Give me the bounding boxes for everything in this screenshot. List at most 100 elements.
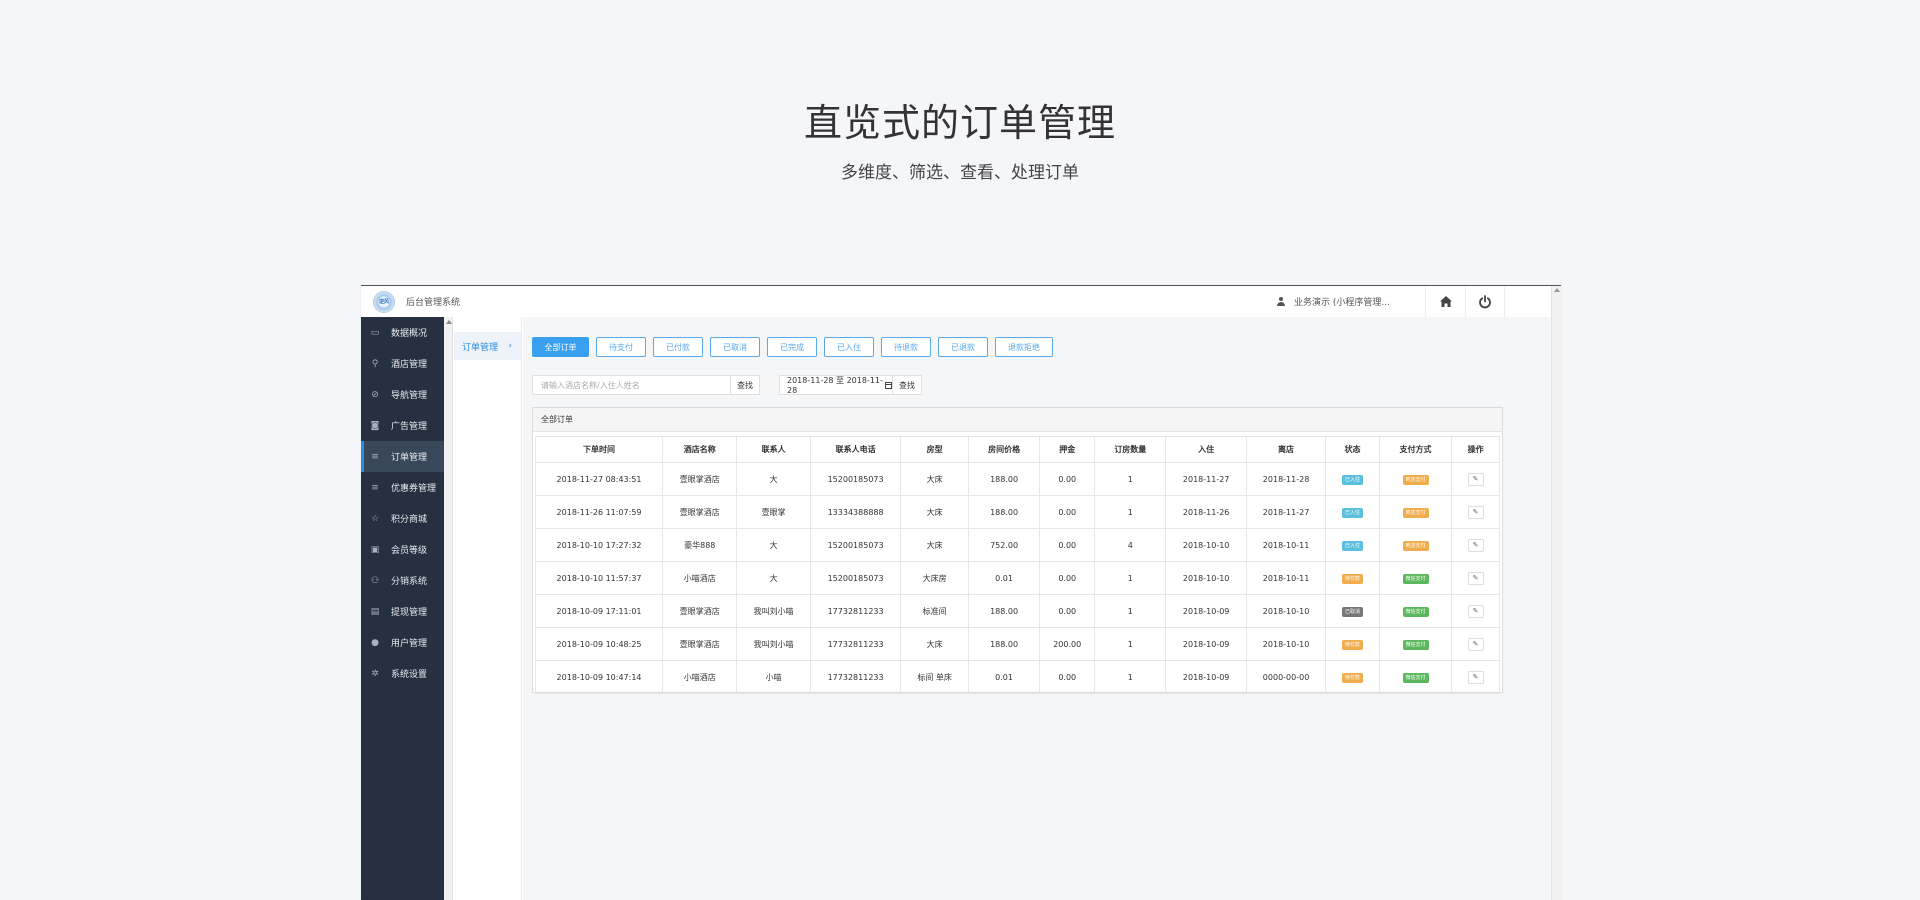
payment-badge: 到店支付 — [1402, 474, 1429, 485]
table-cell: 1 — [1094, 561, 1167, 595]
table-cell: 大床 — [900, 462, 969, 496]
table-cell: 已入住 — [1325, 462, 1380, 496]
main-scrollbar[interactable] — [1551, 286, 1561, 900]
sidebar-item-label: 酒店管理 — [391, 360, 428, 370]
table-cell: 到店支付 — [1378, 462, 1453, 496]
table-cell: 2018-10-10 17:27:32 — [534, 528, 664, 562]
table-cell: 188.00 — [967, 594, 1041, 628]
column-header[interactable]: 下单时间 — [534, 436, 664, 463]
table-cell: 壹眼掌酒店 — [662, 462, 738, 496]
date-range-input[interactable]: 2018-11-28 至 2018-11-28 — [779, 375, 893, 395]
table-cell: 标间 单床 — [900, 660, 969, 694]
status-badge: 待付款 — [1342, 672, 1364, 683]
table-row[interactable]: 2018-10-09 10:47:14 小喵酒店 小喵 17732811233 标间 单… — [534, 660, 1500, 694]
table-cell: 大 — [736, 528, 811, 562]
filter-tab-7[interactable]: 已退款 — [938, 337, 988, 357]
table-row[interactable]: 2018-11-27 08:43:51 壹眼掌酒店大 15200185073 大床 18… — [534, 462, 1500, 496]
payment-badge: 微信支付 — [1402, 606, 1429, 617]
chevron-right-icon: › — [508, 341, 512, 351]
user-menu[interactable]: 业务演示 (小程序管理... — [1276, 286, 1390, 317]
table-cell: 微信支付 — [1378, 627, 1453, 661]
hero-title: 直览式的订单管理 — [803, 101, 1116, 145]
table-cell: 0.00 — [1039, 660, 1096, 694]
table-cell: 2018-10-10 — [1165, 528, 1247, 562]
filter-tab-1[interactable]: 待支付 — [596, 337, 646, 357]
table-row[interactable]: 2018-10-09 17:11:01 壹眼掌酒店 我叫刘小喵 17732811233… — [534, 594, 1500, 628]
edit-pencil-icon[interactable]: ✎ — [1467, 571, 1484, 585]
table-row[interactable]: 2018-10-10 11:57:37 小喵酒店大 15200185073 大床房 0.… — [534, 561, 1500, 595]
sidebar-item-3[interactable]: ◙ 广告管理 — [361, 410, 444, 441]
sidebar-item-5[interactable]: ≡ 优惠券管理 — [361, 472, 444, 503]
table-cell: 我叫刘小喵 — [736, 627, 811, 661]
sidebar-item-7[interactable]: ▣ 会员等级 — [361, 534, 444, 565]
table-header-row: 下单时间 酒店名称 联系人 联系人电话 房型 房间价格 押金 订房数量 入住 离店 状态 支付方式 操作 — [534, 436, 1500, 463]
sidebar-item-10[interactable]: ● 用户管理 — [361, 627, 444, 658]
edit-pencil-icon[interactable]: ✎ — [1467, 637, 1484, 651]
table-cell: 待付款 — [1325, 627, 1380, 661]
table-cell: 188.00 — [967, 462, 1041, 496]
table-row[interactable]: 2018-10-09 10:48:25 壹眼掌酒店 我叫刘小喵 17732811233… — [534, 627, 1500, 661]
column-header[interactable]: 操作 — [1451, 436, 1500, 463]
search-input[interactable] — [532, 375, 731, 395]
table-cell: 到店支付 — [1378, 495, 1453, 529]
column-header[interactable]: 离店 — [1245, 436, 1327, 463]
table-cell: 1 — [1094, 495, 1167, 529]
column-header[interactable]: 支付方式 — [1378, 436, 1453, 463]
filter-tab-4[interactable]: 已完成 — [767, 337, 817, 357]
edit-pencil-icon[interactable]: ✎ — [1467, 472, 1484, 486]
sidebar-item-9[interactable]: ▤ 提现管理 — [361, 596, 444, 627]
table-cell: 2018-10-09 17:11:01 — [534, 594, 664, 628]
edit-pencil-icon[interactable]: ✎ — [1467, 670, 1484, 684]
table-cell: 2018-10-10 — [1245, 594, 1327, 628]
sidebar-item-label: 积分商城 — [391, 515, 428, 525]
table-cell: 0.01 — [967, 561, 1041, 595]
column-header[interactable]: 联系人 — [736, 436, 811, 463]
table-cell: 已入住 — [1325, 528, 1380, 562]
logout-button[interactable] — [1465, 286, 1505, 317]
table-cell: 2018-10-09 — [1165, 660, 1247, 694]
sidebar-item-2[interactable]: ⊘ 导航管理 — [361, 379, 444, 410]
date-range-bar: 2018-11-28 至 2018-11-28 查找 — [779, 375, 922, 395]
column-header[interactable]: 酒店名称 — [662, 436, 738, 463]
table-cell: 1 — [1094, 594, 1167, 628]
column-header[interactable]: 房间价格 — [967, 436, 1041, 463]
filter-tab-5[interactable]: 已入住 — [824, 337, 874, 357]
calendar-icon — [885, 381, 892, 389]
column-header[interactable]: 押金 — [1039, 436, 1096, 463]
table-cell: 2018-11-26 — [1165, 495, 1247, 529]
table-row[interactable]: 2018-10-10 17:27:32 豪华888 大 15200185073 大床 75… — [534, 528, 1500, 562]
sidebar-item-1[interactable]: ⚲ 酒店管理 — [361, 348, 444, 379]
column-header[interactable]: 入住 — [1165, 436, 1247, 463]
scroll-up-icon[interactable] — [1554, 288, 1560, 292]
filter-tab-8[interactable]: 退款拒绝 — [995, 337, 1053, 357]
sidebar-item-8[interactable]: ⚇ 分销系统 — [361, 565, 444, 596]
date-search-button[interactable]: 查找 — [893, 375, 922, 395]
filter-tab-3[interactable]: 已取消 — [710, 337, 760, 357]
sidebar-item-0[interactable]: ▭ 数据概况 — [361, 317, 444, 348]
table-row[interactable]: 2018-11-26 11:07:59 壹眼掌酒店 壹眼掌 13334388888 大床… — [534, 495, 1500, 529]
sidebar-item-11[interactable]: ✲ 系统设置 — [361, 658, 444, 689]
home-button[interactable] — [1425, 286, 1465, 317]
table-cell: 大 — [736, 462, 811, 496]
orders-panel: 全部订单 下单时间 酒店名称 联系人 联系人电话 房型 房间价格 押金 订房数量 入住 离店 状态支… — [532, 407, 1503, 694]
column-header[interactable]: 联系人电话 — [809, 436, 902, 463]
table-cell: 小喵酒店 — [662, 561, 738, 595]
edit-pencil-icon[interactable]: ✎ — [1467, 505, 1484, 519]
column-header[interactable]: 订房数量 — [1094, 436, 1167, 463]
edit-pencil-icon[interactable]: ✎ — [1467, 538, 1484, 552]
subnav-item-orders[interactable]: 订单管理 › — [454, 332, 521, 360]
column-header[interactable]: 房型 — [900, 436, 969, 463]
sidebar-item-4[interactable]: ≡ 订单管理 — [361, 441, 444, 472]
scroll-up-icon[interactable] — [446, 320, 452, 324]
table-cell: 标准间 — [900, 594, 969, 628]
search-button[interactable]: 查找 — [731, 375, 760, 395]
dashboard-icon: ▭ — [370, 327, 380, 338]
edit-pencil-icon[interactable]: ✎ — [1467, 604, 1484, 618]
sidebar-item-6[interactable]: ☆ 积分商城 — [361, 503, 444, 534]
column-header[interactable]: 状态 — [1325, 436, 1380, 463]
filter-tab-6[interactable]: 待退款 — [881, 337, 931, 357]
sidebar-scrollbar[interactable] — [444, 317, 453, 900]
filter-tab-0[interactable]: 全部订单 — [532, 337, 589, 357]
filter-tab-2[interactable]: 已付款 — [653, 337, 703, 357]
hero-subtitle: 多维度、筛选、查看、处理订单 — [841, 163, 1079, 183]
